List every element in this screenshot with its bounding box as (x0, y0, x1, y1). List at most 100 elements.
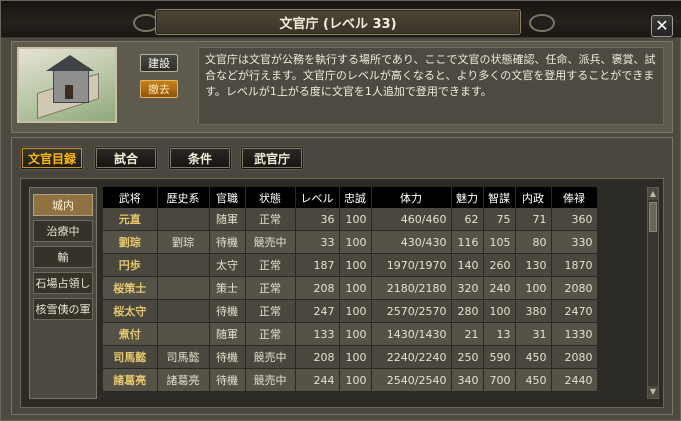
col-header-intellect[interactable]: 智謀 (483, 187, 516, 208)
col-header-stamina[interactable]: 体力 (371, 187, 452, 208)
title-plate: 文官庁 (レベル 33) (155, 9, 521, 35)
table-row[interactable]: 桜策士 策士 正常 208 100 2180/2180 320 240 100 2080 (103, 276, 598, 300)
scroll-thumb[interactable] (649, 202, 657, 232)
table-row[interactable]: 桜太守 待機 正常 247 100 2570/2570 280 100 380 2470 (103, 299, 598, 323)
sidebar-item-healing[interactable]: 治療中 (33, 220, 93, 242)
table-row[interactable]: 劉琮 劉琮 待機 競売中 33 100 430/430 116 105 80 330 (103, 230, 598, 254)
table-cell: 240 (483, 276, 516, 300)
table-cell: 100 (515, 276, 552, 300)
officer-name-cell[interactable]: 桜策士 (103, 276, 158, 300)
table-cell: 187 (295, 253, 340, 277)
table-cell: 100 (339, 345, 372, 369)
col-header-status[interactable]: 状態 (245, 187, 296, 208)
table-cell: 460/460 (371, 208, 452, 231)
officer-name-cell[interactable]: 煮付 (103, 322, 158, 346)
officer-table-area: 武将 歴史系 官職 状態 レベル 忠誠 体力 魅力 智謀 内政 俸禄 元直 随軍… (103, 187, 643, 399)
table-cell: 208 (295, 276, 340, 300)
table-cell: 75 (483, 208, 516, 231)
table-cell: 100 (339, 276, 372, 300)
table-cell: 450 (515, 345, 552, 369)
close-button[interactable]: ✕ (651, 15, 673, 37)
table-cell: 21 (451, 322, 484, 346)
tab-civil-list[interactable]: 文官目録 (20, 146, 84, 170)
officer-name-cell[interactable]: 劉琮 (103, 230, 158, 254)
table-cell: 随軍 (209, 208, 246, 231)
table-cell: 116 (451, 230, 484, 254)
table-cell: 1430/1430 (371, 322, 452, 346)
officer-name-cell[interactable]: 司馬懿 (103, 345, 158, 369)
table-cell: 司馬懿 (157, 345, 210, 369)
table-row[interactable]: 元直 随軍 正常 36 100 460/460 62 75 71 360 (103, 208, 598, 231)
table-cell: 正常 (245, 253, 296, 277)
table-cell: 450 (515, 368, 552, 392)
building-description: 文官庁は文官が公務を執行する場所であり、ここで文官の状態確認、任命、派兵、褒賞、… (198, 47, 664, 125)
table-cell: 133 (295, 322, 340, 346)
table-cell (157, 299, 210, 323)
table-cell (157, 208, 210, 231)
table-cell: 100 (339, 230, 372, 254)
tab-match[interactable]: 試合 (94, 146, 158, 170)
col-header-politics[interactable]: 内政 (515, 187, 552, 208)
col-header-general[interactable]: 武将 (103, 187, 158, 208)
table-cell: 100 (339, 208, 372, 231)
table-cell: 随軍 (209, 322, 246, 346)
table-cell: 330 (551, 230, 598, 254)
table-cell: 700 (483, 368, 516, 392)
table-cell: 33 (295, 230, 340, 254)
table-cell: 太守 (209, 253, 246, 277)
col-header-history[interactable]: 歴史系 (157, 187, 210, 208)
scroll-down-arrow-icon[interactable]: ▼ (648, 386, 658, 398)
tab-conditions[interactable]: 条件 (168, 146, 232, 170)
title-bar: 文官庁 (レベル 33) ✕ (1, 1, 681, 38)
table-cell: 待機 (209, 230, 246, 254)
officer-name-cell[interactable]: 元直 (103, 208, 158, 231)
table-cell (157, 276, 210, 300)
content-area: 城内 治療中 輸 石場占領し 核雪侇の軍 武将 歴史系 官職 状態 レベル 忠誠… (20, 178, 664, 408)
table-row[interactable]: 煮付 随軍 正常 133 100 1430/1430 21 13 31 1330 (103, 322, 598, 346)
col-header-charm[interactable]: 魅力 (451, 187, 484, 208)
scroll-up-arrow-icon[interactable]: ▲ (648, 188, 658, 200)
table-cell: 競売中 (245, 230, 296, 254)
table-row[interactable]: 円歩 太守 正常 187 100 1970/1970 140 260 130 1870 (103, 253, 598, 277)
table-cell: 260 (483, 253, 516, 277)
officer-name-cell[interactable]: 桜太守 (103, 299, 158, 323)
building-window: 文官庁 (レベル 33) ✕ 建設 撤去 文官庁は文官が公務を執行する場所であり… (0, 0, 681, 421)
table-cell: 競売中 (245, 368, 296, 392)
table-cell: 80 (515, 230, 552, 254)
window-title: 文官庁 (レベル 33) (279, 17, 397, 32)
col-header-level[interactable]: レベル (295, 187, 340, 208)
building-thumbnail (17, 47, 117, 123)
table-cell: 36 (295, 208, 340, 231)
table-cell: 100 (339, 368, 372, 392)
table-scrollbar[interactable]: ▲ ▼ (647, 187, 659, 399)
table-cell: 208 (295, 345, 340, 369)
table-cell: 380 (515, 299, 552, 323)
sidebar-item-castle[interactable]: 城内 (33, 194, 93, 216)
demolish-button[interactable]: 撤去 (140, 80, 178, 98)
sidebar-item-quarry[interactable]: 石場占領し (33, 272, 93, 294)
table-cell: 31 (515, 322, 552, 346)
officer-name-cell[interactable]: 諸葛亮 (103, 368, 158, 392)
table-cell: 1970/1970 (371, 253, 452, 277)
table-cell: 劉琮 (157, 230, 210, 254)
building-info-panel: 建設 撤去 文官庁は文官が公務を執行する場所であり、ここで文官の状態確認、任命、… (11, 41, 673, 133)
table-row[interactable]: 諸葛亮 諸葛亮 待機 競売中 244 100 2540/2540 340 700 450 2440 (103, 368, 598, 392)
table-cell: 諸葛亮 (157, 368, 210, 392)
table-cell: 策士 (209, 276, 246, 300)
table-cell: 正常 (245, 276, 296, 300)
col-header-loyalty[interactable]: 忠誠 (339, 187, 372, 208)
col-header-post[interactable]: 官職 (209, 187, 246, 208)
officer-name-cell[interactable]: 円歩 (103, 253, 158, 277)
officer-table: 武将 歴史系 官職 状態 レベル 忠誠 体力 魅力 智謀 内政 俸禄 元直 随軍… (103, 187, 598, 392)
table-cell (157, 322, 210, 346)
sidebar-item-army[interactable]: 核雪侇の軍 (33, 298, 93, 320)
table-cell: 130 (515, 253, 552, 277)
tab-military-office[interactable]: 武官庁 (240, 146, 304, 170)
sidebar-item-transport[interactable]: 輸 (33, 246, 93, 268)
table-cell: 360 (551, 208, 598, 231)
table-cell: 正常 (245, 322, 296, 346)
table-row[interactable]: 司馬懿 司馬懿 待機 競売中 208 100 2240/2240 250 590 450 2080 (103, 345, 598, 369)
col-header-salary[interactable]: 俸禄 (551, 187, 598, 208)
build-button[interactable]: 建設 (140, 54, 178, 72)
table-cell: 待機 (209, 299, 246, 323)
